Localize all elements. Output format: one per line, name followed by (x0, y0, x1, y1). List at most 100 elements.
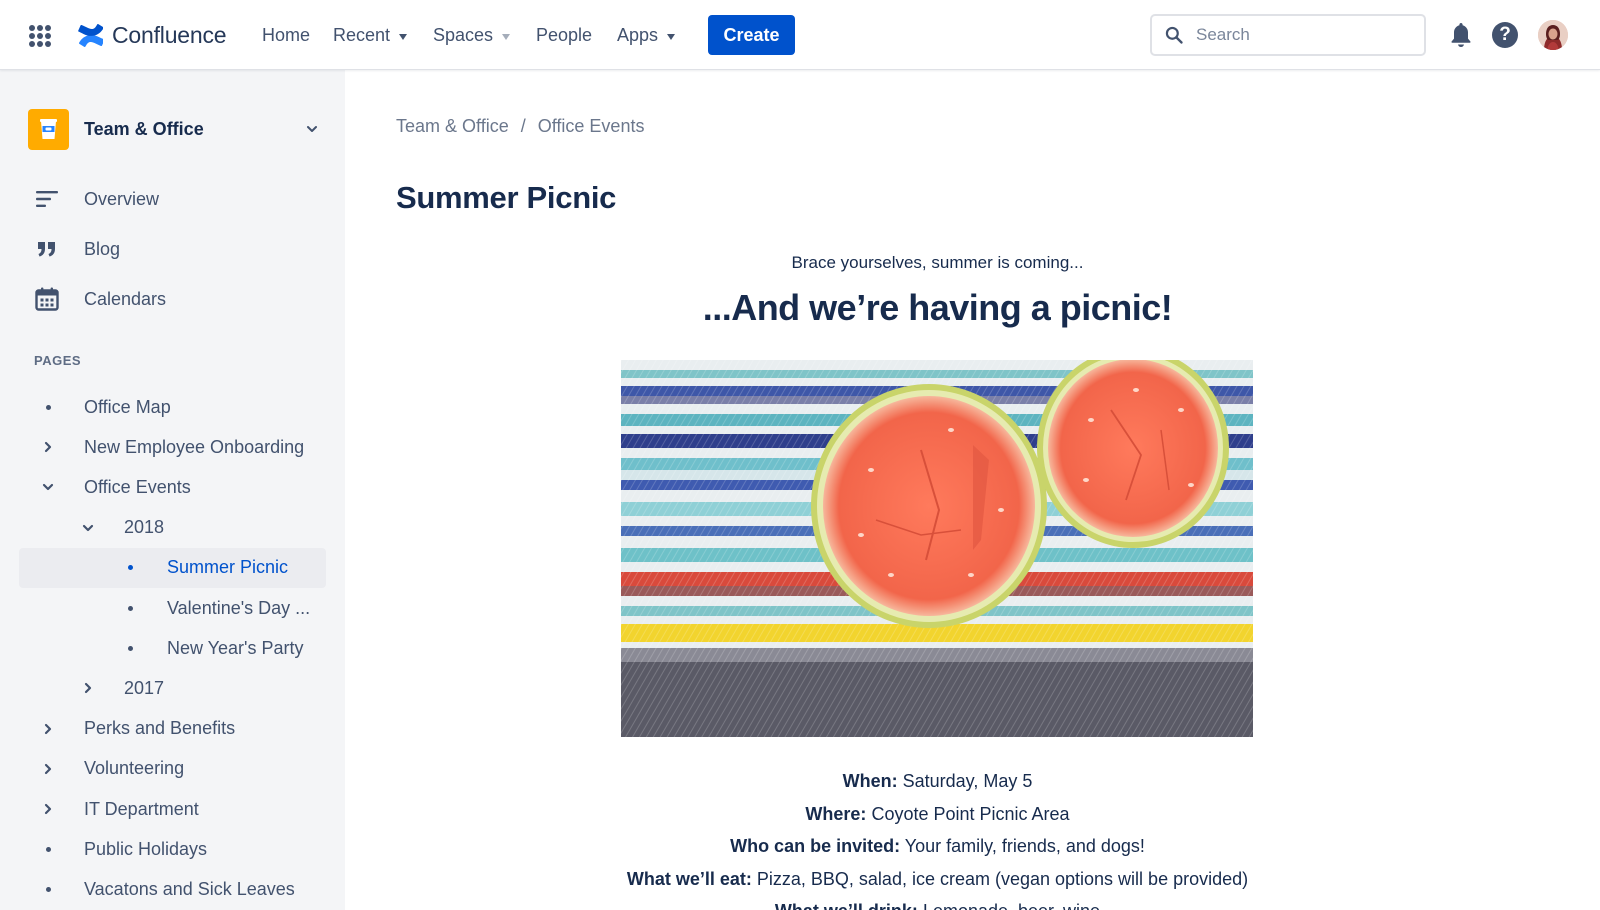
bullet-icon (40, 399, 56, 415)
calendar-icon (34, 286, 60, 312)
detail-key: What we’ll drink: (775, 901, 918, 910)
bullet-icon (122, 600, 138, 616)
breadcrumb-item-parent[interactable]: Office Events (538, 116, 645, 137)
tree-item-label: 2018 (124, 517, 165, 538)
tree-item-it-department[interactable]: IT Department (0, 789, 330, 829)
chevron-right-icon[interactable] (40, 801, 56, 817)
help-glyph: ? (1499, 24, 1511, 45)
tree-item-office-map[interactable]: Office Map (0, 387, 330, 427)
tree-item-summer-picnic[interactable]: Summer Picnic (19, 547, 326, 588)
bullet-icon (40, 841, 56, 857)
chevron-right-icon[interactable] (80, 680, 96, 696)
notifications-bell-icon[interactable] (1449, 21, 1473, 49)
breadcrumb: Team & Office / Office Events (396, 116, 644, 137)
tree-item-valentine-s-day[interactable]: Valentine's Day ... (0, 588, 330, 628)
tree-item-new-employee-onboarding[interactable]: New Employee Onboarding (0, 427, 330, 467)
nav-apps[interactable]: Apps (617, 25, 676, 46)
detail-key: When: (842, 771, 898, 791)
detail-row-eat: What we’ll eat: Pizza, BBQ, salad, ice c… (395, 863, 1480, 896)
confluence-logo-icon (78, 24, 103, 47)
chevron-down-icon[interactable] (40, 479, 56, 495)
tree-item-2018[interactable]: 2018 (0, 508, 330, 548)
tree-item-label: Office Map (84, 396, 171, 417)
help-icon[interactable]: ? (1492, 22, 1518, 48)
coffee-cup-icon (40, 118, 57, 139)
top-navigation: Confluence Home Recent Spaces People App… (0, 0, 1600, 70)
space-coffee-icon (28, 108, 69, 150)
create-button[interactable]: Create (708, 15, 795, 55)
tree-item-public-holidays[interactable]: Public Holidays (0, 829, 330, 869)
detail-row-when: When: Saturday, May 5 (395, 765, 1480, 798)
detail-row-drink: What we’ll drink: Lemonade, beer, wine (395, 895, 1480, 910)
page-tagline: Brace yourselves, summer is coming... (791, 253, 1084, 272)
tree-item-label: New Year's Party (167, 637, 304, 658)
page-headline: ...And we’re having a picnic! (702, 287, 1173, 328)
detail-key: Who can be invited: (730, 836, 901, 856)
tree-item-label: 2017 (124, 677, 165, 698)
chevron-right-icon[interactable] (40, 439, 56, 455)
tree-item-label: Valentine's Day ... (167, 597, 311, 618)
tree-item-volunteering[interactable]: Volunteering (0, 749, 330, 789)
chevron-right-icon[interactable] (40, 761, 56, 777)
detail-row-invited: Who can be invited: Your family, friends… (395, 830, 1480, 863)
bullet-icon (40, 881, 56, 897)
confluence-logo[interactable]: Confluence (78, 22, 227, 49)
nav-home-label: Home (262, 25, 311, 45)
tree-item-label: Summer Picnic (167, 557, 289, 578)
bullet-icon (122, 560, 138, 576)
sidebar-link-calendars[interactable]: Calendars (34, 284, 166, 314)
nav-spaces[interactable]: Spaces (433, 25, 511, 46)
breadcrumb-item-space[interactable]: Team & Office (396, 116, 509, 137)
tree-item-vacatons-and-sick-leaves[interactable]: Vacatons and Sick Leaves (0, 869, 330, 909)
tree-item-label: Perks and Benefits (84, 718, 236, 739)
nav-people[interactable]: People (536, 25, 592, 46)
detail-value: Coyote Point Picnic Area (871, 803, 1070, 824)
tree-item-office-events[interactable]: Office Events (0, 467, 330, 507)
tree-item-label: Office Events (84, 476, 191, 497)
tree-item-perks-and-benefits[interactable]: Perks and Benefits (0, 709, 330, 749)
chevron-down-icon[interactable] (80, 520, 96, 536)
sidebar: Team & Office Overview Blog Calendars PA… (0, 70, 345, 910)
sidebar-link-label: Overview (84, 188, 160, 209)
avatar-portrait-icon (1538, 20, 1568, 50)
tree-item-label: Volunteering (84, 758, 185, 779)
nav-recent[interactable]: Recent (333, 25, 408, 46)
tree-item-new-year-s-party[interactable]: New Year's Party (0, 628, 330, 668)
search-box[interactable] (1150, 14, 1426, 56)
nav-people-label: People (536, 25, 593, 45)
breadcrumb-separator: / (520, 116, 526, 136)
app-switcher-icon[interactable] (29, 25, 51, 47)
space-name: Team & Office (84, 118, 204, 139)
detail-row-where: Where: Coyote Point Picnic Area (395, 798, 1480, 831)
page-title: Summer Picnic (396, 180, 617, 215)
tree-item-label: Public Holidays (84, 838, 208, 859)
nav-home[interactable]: Home (262, 25, 310, 46)
tree-item-label: Vacatons and Sick Leaves (84, 878, 295, 899)
watermelon-picnic-image (621, 360, 1253, 737)
detail-value: Your family, friends, and dogs! (904, 836, 1145, 856)
overview-icon (34, 186, 60, 212)
detail-value: Pizza, BBQ, salad, ice cream (vegan opti… (756, 868, 1249, 889)
bullet-dot (45, 404, 51, 410)
event-details: When: Saturday, May 5 Where: Coyote Poin… (395, 765, 1480, 910)
bullet-dot (127, 645, 133, 651)
detail-key: Where: (805, 803, 867, 824)
sidebar-link-overview[interactable]: Overview (34, 184, 159, 214)
bullet-icon (122, 640, 138, 656)
pages-section-title: PAGES (34, 353, 82, 368)
tree-item-label: IT Department (84, 798, 199, 819)
bullet-dot (127, 605, 133, 611)
sidebar-link-label: Blog (84, 238, 121, 259)
tree-item-2017[interactable]: 2017 (0, 668, 330, 708)
user-avatar[interactable] (1538, 20, 1568, 50)
caret-down-icon (502, 33, 511, 40)
search-input[interactable] (1196, 25, 1416, 45)
tree-item-label: New Employee Onboarding (84, 436, 305, 457)
sidebar-link-blog[interactable]: Blog (34, 234, 120, 264)
sidebar-link-label: Calendars (84, 288, 167, 309)
bullet-dot (45, 886, 51, 892)
space-switcher[interactable]: Team & Office (28, 108, 318, 150)
search-icon (1165, 26, 1183, 44)
chevron-down-icon[interactable] (306, 123, 318, 135)
chevron-right-icon[interactable] (40, 721, 56, 737)
